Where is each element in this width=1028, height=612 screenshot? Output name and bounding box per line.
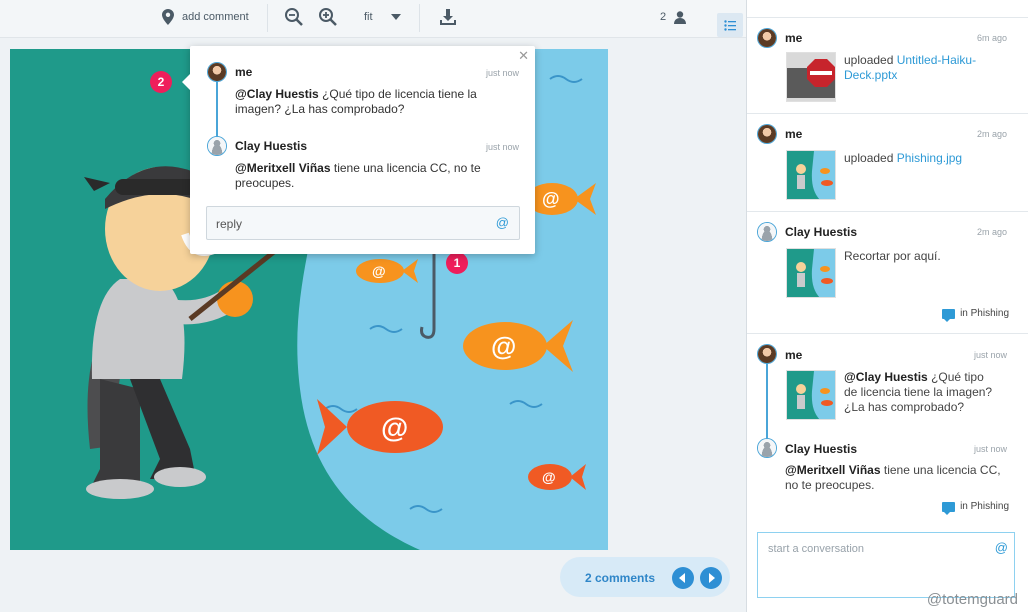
phishing-thumbnail	[787, 249, 835, 297]
close-icon[interactable]: ✕	[518, 48, 529, 64]
mention[interactable]: @Meritxell Viñas	[785, 463, 881, 477]
svg-text:@: @	[491, 331, 516, 361]
activity-time: just now	[973, 350, 1007, 360]
chat-bubble-icon	[942, 501, 956, 515]
activity-text: @Meritxell Viñas tiene una licencia CC, …	[785, 463, 1001, 492]
phishing-thumbnail	[787, 371, 835, 419]
activity-item: Clay Huestis 2m ago Recortar por aquí. i…	[747, 212, 1028, 334]
avatar-me	[757, 28, 777, 48]
svg-text:@: @	[372, 263, 386, 279]
activity-author: Clay Huestis	[785, 442, 858, 456]
zoom-value: fit	[364, 11, 373, 23]
arrow-left-icon	[679, 573, 685, 583]
zoom-in-icon	[319, 8, 337, 26]
sidebar-header	[747, 0, 1028, 18]
activity-text: Recortar por aquí.	[844, 249, 941, 263]
mention-icon[interactable]: @	[995, 540, 1008, 555]
activity-author: Clay Huestis	[785, 225, 858, 239]
chat-bubble-icon	[942, 308, 956, 322]
svg-text:@: @	[381, 412, 408, 443]
reply-placeholder: reply	[216, 217, 243, 231]
watermark: @totemguard	[926, 591, 1018, 608]
comment-text: @Clay Huestis ¿Qué tipo de licencia tien…	[235, 87, 477, 116]
download-icon	[440, 9, 456, 25]
add-comment-button[interactable]: add comment	[162, 0, 249, 34]
activity-text: uploaded Untitled-Haiku-Deck.pptx	[844, 53, 977, 82]
file-thumbnail[interactable]	[786, 52, 836, 102]
location-pin-icon	[162, 9, 174, 25]
mention-icon[interactable]: @	[496, 215, 509, 230]
avatar-user	[757, 222, 777, 242]
file-link[interactable]: Phishing.jpg	[897, 151, 962, 165]
comment-time: just now	[485, 68, 519, 78]
deck-thumbnail	[787, 53, 835, 101]
activity-time: 6m ago	[976, 33, 1007, 43]
avatar-me	[757, 344, 777, 364]
activity-text: uploaded Phishing.jpg	[844, 151, 963, 165]
divider	[267, 4, 268, 32]
mention[interactable]: @Clay Huestis	[235, 87, 319, 101]
zoom-out-icon	[285, 8, 303, 26]
zoom-in-button[interactable]	[318, 0, 338, 34]
location-tag[interactable]: in Phishing	[942, 308, 1009, 322]
mention[interactable]: @Clay Huestis	[844, 370, 928, 384]
comment-pin-1[interactable]: 1	[446, 252, 468, 274]
user-icon	[674, 10, 687, 24]
activity-list-toggle[interactable]	[717, 13, 743, 37]
comment-author: Clay Huestis	[235, 139, 308, 153]
activity-time: 2m ago	[976, 129, 1007, 139]
comment-pager: 2 comments	[560, 557, 730, 597]
comment-time: just now	[485, 142, 519, 152]
activity-author: me	[785, 127, 803, 141]
activity-sidebar: me 6m ago uploaded Untitled-Haiku-Deck.p…	[746, 0, 1028, 612]
comment-pin-2[interactable]: 2	[150, 71, 172, 93]
comment-thread-popup: ✕ me just now @Clay Huestis ¿Qué tipo de…	[182, 46, 535, 254]
start-conversation-input[interactable]: start a conversation @	[757, 532, 1015, 598]
arrow-right-icon	[709, 573, 715, 583]
avatar-me	[207, 62, 227, 82]
comment-author: me	[235, 65, 253, 79]
comment-thumbnail[interactable]	[786, 248, 836, 298]
thread-line	[766, 362, 768, 448]
next-comment-button[interactable]	[700, 567, 722, 589]
download-button[interactable]	[439, 0, 457, 34]
comment-thumbnail[interactable]	[786, 370, 836, 420]
avatar-user	[207, 136, 227, 156]
phishing-thumbnail	[787, 151, 835, 199]
avatar-user	[757, 438, 777, 458]
prev-comment-button[interactable]	[672, 567, 694, 589]
participants-button[interactable]: 2	[660, 0, 687, 34]
add-comment-label: add comment	[182, 11, 249, 23]
file-thumbnail[interactable]	[786, 150, 836, 200]
reply-input[interactable]: reply @	[206, 206, 520, 240]
activity-time: just now	[973, 444, 1007, 454]
divider	[419, 4, 420, 32]
zoom-out-button[interactable]	[284, 0, 304, 34]
zoom-select[interactable]: fit	[364, 0, 401, 34]
popup-arrow	[182, 74, 190, 90]
activity-item: me 6m ago uploaded Untitled-Haiku-Deck.p…	[747, 18, 1028, 114]
thread-line	[216, 80, 218, 142]
list-icon	[724, 19, 736, 31]
mention[interactable]: @Meritxell Viñas	[235, 161, 331, 175]
activity-thread: me just now @Clay Huestis ¿Qué tipo de l…	[747, 334, 1028, 524]
comment-text: @Meritxell Viñas tiene una licencia CC, …	[235, 161, 481, 190]
svg-text:@: @	[542, 189, 560, 209]
toolbar: add comment fit 2	[0, 0, 746, 38]
activity-time: 2m ago	[976, 227, 1007, 237]
svg-text:@: @	[542, 469, 556, 485]
comment-count[interactable]: 2 comments	[585, 571, 655, 585]
participant-count: 2	[660, 11, 667, 23]
location-tag[interactable]: in Phishing	[942, 501, 1009, 515]
activity-item: me 2m ago uploaded Phishing.jpg	[747, 114, 1028, 212]
activity-text: @Clay Huestis ¿Qué tipo de licencia tien…	[844, 370, 993, 414]
compose-placeholder: start a conversation	[768, 543, 864, 555]
activity-author: me	[785, 31, 803, 45]
chevron-down-icon	[390, 14, 401, 20]
activity-author: me	[785, 348, 803, 362]
avatar-me	[757, 124, 777, 144]
